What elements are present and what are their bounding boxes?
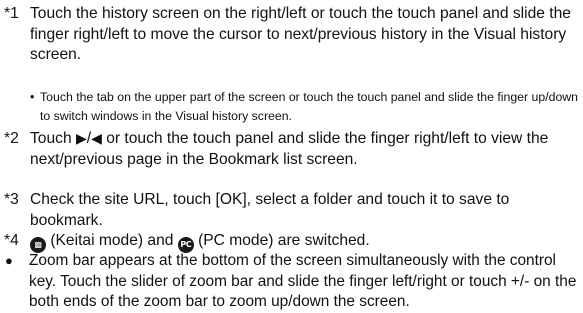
sub-bullet: •: [30, 90, 35, 104]
note-marker: *3: [4, 191, 19, 208]
note-text: Check the site URL, touch [OK], select a…: [30, 191, 510, 229]
note-text-part: or touch the touch panel and slide the f…: [30, 130, 549, 168]
zoom-note-text: Zoom bar appears at the bottom of the sc…: [29, 252, 577, 310]
note-text-part: Touch: [30, 130, 76, 147]
sub-note-text: Touch the tab on the upper part of the s…: [40, 90, 579, 123]
document-page: *1 Touch the history screen on the right…: [0, 0, 583, 310]
note-text: ▩ (Keitai mode) and PC (PC mode) are swi…: [30, 231, 577, 253]
left-arrow-icon: ◀: [91, 131, 102, 147]
note-marker: *1: [4, 5, 19, 22]
note-text: Touch ▶/◀ or touch the touch panel and s…: [30, 129, 577, 170]
note-marker: *4: [4, 232, 19, 249]
note-text-part: (Keitai mode) and: [46, 232, 178, 249]
right-arrow-icon: ▶: [75, 131, 87, 147]
note-marker: *2: [4, 130, 19, 147]
note-text: Touch the history screen on the right/le…: [30, 5, 571, 63]
note-text-part: (PC mode) are switched.: [193, 232, 370, 249]
bullet-icon: ●: [5, 253, 13, 268]
